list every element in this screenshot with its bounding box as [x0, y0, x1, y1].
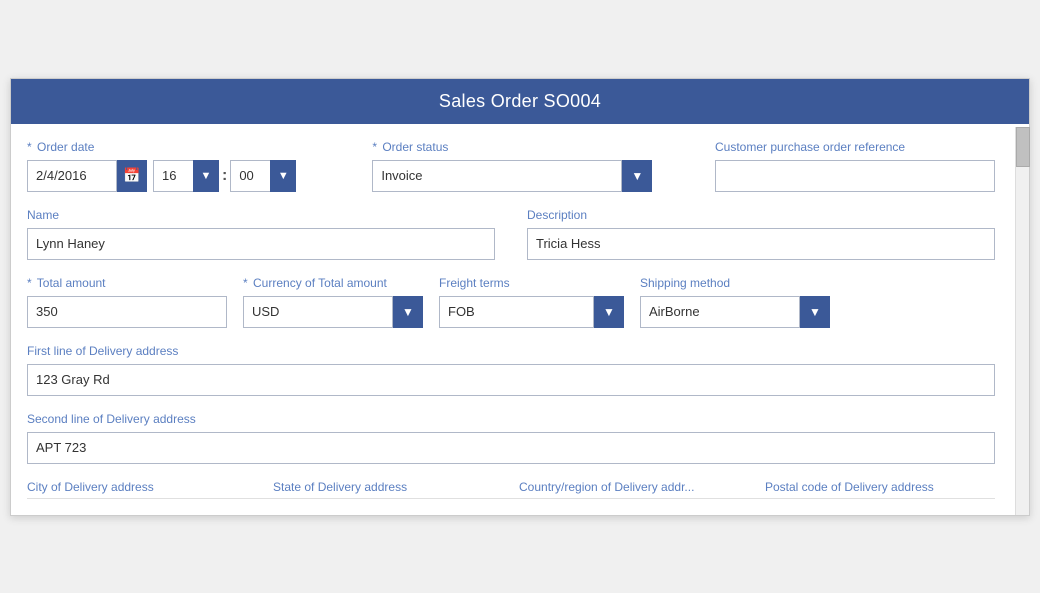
- customer-po-ref-label: Customer purchase order reference: [715, 140, 995, 154]
- shipping-method-label: Shipping method: [640, 276, 830, 290]
- required-star-status: *: [372, 140, 377, 154]
- row-delivery-address-2: Second line of Delivery address: [27, 412, 995, 464]
- customer-po-ref-group: Customer purchase order reference: [715, 140, 995, 192]
- currency-dropdown-button[interactable]: ▼: [393, 296, 423, 328]
- delivery-address-2-label: Second line of Delivery address: [27, 412, 995, 426]
- minute-chevron-down-icon: ▼: [278, 170, 289, 182]
- total-amount-input[interactable]: [27, 296, 227, 328]
- delivery-address-1-label: First line of Delivery address: [27, 344, 995, 358]
- calendar-button[interactable]: 📅: [117, 160, 147, 192]
- hour-chevron-down-icon: ▼: [201, 170, 212, 182]
- bottom-address-labels-row: City of Delivery address State of Delive…: [27, 480, 995, 494]
- scrollbar[interactable]: [1015, 127, 1029, 515]
- order-status-dropdown-button[interactable]: ▼: [622, 160, 652, 192]
- currency-group: * Currency of Total amount ▼: [243, 276, 423, 328]
- freight-terms-label: Freight terms: [439, 276, 624, 290]
- description-group: Description: [527, 208, 995, 260]
- hour-dropdown-button[interactable]: ▼: [193, 160, 219, 192]
- calendar-icon: 📅: [123, 167, 140, 184]
- minute-dropdown-button[interactable]: ▼: [270, 160, 296, 192]
- shipping-method-select-wrapper: ▼: [640, 296, 830, 328]
- description-input[interactable]: [527, 228, 995, 260]
- bottom-divider: [27, 498, 995, 499]
- currency-select-wrapper: ▼: [243, 296, 423, 328]
- total-amount-group: * Total amount: [27, 276, 227, 328]
- city-label: City of Delivery address: [27, 480, 257, 494]
- currency-input[interactable]: [243, 296, 393, 328]
- order-status-chevron-down-icon: ▼: [631, 169, 643, 183]
- required-star-currency: *: [243, 276, 248, 290]
- name-input[interactable]: [27, 228, 495, 260]
- hour-value: 16: [153, 160, 193, 192]
- scrollbar-thumb[interactable]: [1016, 127, 1030, 167]
- freight-terms-dropdown-button[interactable]: ▼: [594, 296, 624, 328]
- delivery-address-1-group: First line of Delivery address: [27, 344, 995, 396]
- order-status-group: * Order status ▼: [372, 140, 652, 192]
- minute-select-wrapper: 00 ▼: [230, 160, 296, 192]
- shipping-method-group: Shipping method ▼: [640, 276, 830, 328]
- window-title: Sales Order SO004: [439, 91, 601, 111]
- order-status-label: * Order status: [372, 140, 652, 154]
- shipping-method-chevron-down-icon: ▼: [809, 305, 821, 319]
- total-amount-label: * Total amount: [27, 276, 227, 290]
- required-star-date: *: [27, 140, 32, 154]
- freight-terms-group: Freight terms ▼: [439, 276, 624, 328]
- order-status-select-wrapper: ▼: [372, 160, 652, 192]
- row-order-date-status: * Order date 📅 16 ▼ :: [27, 140, 995, 192]
- required-star-amount: *: [27, 276, 32, 290]
- order-status-input[interactable]: [372, 160, 622, 192]
- delivery-address-1-input[interactable]: [27, 364, 995, 396]
- row-delivery-address-1: First line of Delivery address: [27, 344, 995, 396]
- row-name-description: Name Description: [27, 208, 995, 260]
- order-date-group: * Order date 📅 16 ▼ :: [27, 140, 296, 192]
- row-amount-currency-freight-shipping: * Total amount * Currency of Total amoun…: [27, 276, 995, 328]
- country-label: Country/region of Delivery addr...: [519, 480, 749, 494]
- form-content: * Order date 📅 16 ▼ :: [11, 124, 1015, 515]
- date-input[interactable]: [27, 160, 117, 192]
- delivery-address-2-group: Second line of Delivery address: [27, 412, 995, 464]
- state-label: State of Delivery address: [273, 480, 503, 494]
- freight-terms-input[interactable]: [439, 296, 594, 328]
- hour-select-wrapper: 16 ▼: [153, 160, 219, 192]
- minute-value: 00: [230, 160, 270, 192]
- time-colon: :: [219, 167, 230, 185]
- order-date-label: * Order date: [27, 140, 296, 154]
- postal-label: Postal code of Delivery address: [765, 480, 995, 494]
- freight-terms-chevron-down-icon: ▼: [603, 305, 615, 319]
- sales-order-window: Sales Order SO004 * Order date 📅 16: [10, 78, 1030, 516]
- delivery-address-2-input[interactable]: [27, 432, 995, 464]
- title-bar: Sales Order SO004: [11, 79, 1029, 124]
- currency-label: * Currency of Total amount: [243, 276, 423, 290]
- currency-chevron-down-icon: ▼: [402, 305, 414, 319]
- freight-terms-select-wrapper: ▼: [439, 296, 624, 328]
- customer-po-ref-input[interactable]: [715, 160, 995, 192]
- name-group: Name: [27, 208, 495, 260]
- shipping-method-input[interactable]: [640, 296, 800, 328]
- shipping-method-dropdown-button[interactable]: ▼: [800, 296, 830, 328]
- date-input-group: 📅 16 ▼ : 00 ▼: [27, 160, 296, 192]
- description-label: Description: [527, 208, 995, 222]
- name-label: Name: [27, 208, 495, 222]
